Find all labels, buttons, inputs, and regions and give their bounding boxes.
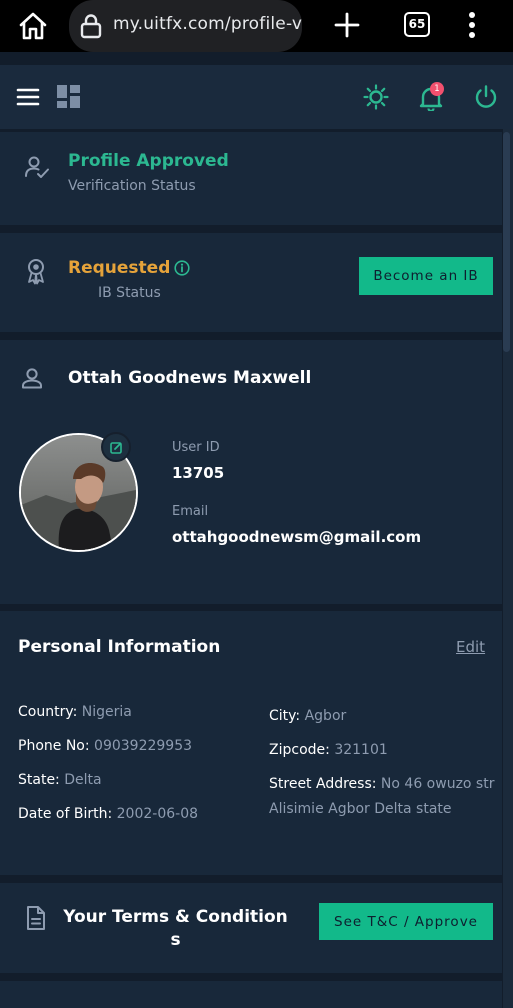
email-label: Email — [172, 504, 209, 519]
country-value: Nigeria — [81, 704, 132, 720]
user-check-icon — [25, 156, 49, 178]
city-row: City: Agbor — [269, 708, 346, 724]
terms-title-line1: Your Terms & Condition — [63, 907, 288, 927]
zipcode-value: 321101 — [334, 742, 388, 758]
dob-value: 2002-06-08 — [116, 806, 199, 822]
city-key: City: — [269, 708, 301, 724]
state-key: State: — [18, 772, 60, 788]
user-id-label: User ID — [172, 440, 220, 455]
document-icon — [27, 906, 45, 930]
phone-row: Phone No: 09039229953 — [18, 738, 192, 754]
user-icon — [22, 368, 42, 389]
more-vert-icon[interactable] — [462, 10, 482, 40]
terms-title: Your Terms & Condition s — [60, 906, 291, 952]
new-tab-icon[interactable] — [332, 10, 362, 40]
verification-card: Profile Approved Verification Status — [0, 132, 502, 225]
zipcode-row: Zipcode: 321101 — [269, 742, 388, 758]
state-row: State: Delta — [18, 772, 102, 788]
street-key: Street Address: — [269, 776, 377, 792]
zipcode-key: Zipcode: — [269, 742, 330, 758]
lock-icon — [80, 14, 102, 39]
ib-status-card: Requested IB Status Become an IB — [0, 233, 502, 332]
edit-avatar-button[interactable] — [101, 432, 131, 462]
address-bar[interactable]: my.uitfx.com/profile-v — [69, 0, 302, 52]
power-icon[interactable] — [473, 84, 499, 110]
dob-row: Date of Birth: 2002-06-08 — [18, 806, 198, 822]
profile-card: Ottah Goodnews Maxwell User ID 13705 Ema… — [0, 340, 502, 604]
theme-icon[interactable] — [363, 84, 389, 110]
state-value: Delta — [64, 772, 102, 788]
country-row: Country: Nigeria — [18, 704, 132, 720]
dob-key: Date of Birth: — [18, 806, 113, 822]
country-key: Country: — [18, 704, 78, 720]
next-card-partial — [0, 981, 502, 1008]
menu-icon[interactable] — [16, 87, 40, 107]
award-icon — [28, 259, 44, 285]
ib-status-label: IB Status — [98, 285, 161, 301]
see-tc-approve-button[interactable]: See T&C / Approve — [319, 903, 493, 940]
tab-switcher-button[interactable]: 65 — [404, 12, 430, 37]
edit-link[interactable]: Edit — [456, 638, 485, 656]
become-ib-button[interactable]: Become an IB — [359, 257, 493, 295]
notification-badge: 1 — [430, 82, 444, 96]
dashboard-icon[interactable] — [57, 85, 80, 108]
scrollbar-thumb[interactable] — [503, 132, 510, 352]
info-icon[interactable] — [174, 260, 190, 276]
profile-name: Ottah Goodnews Maxwell — [68, 368, 312, 388]
browser-toolbar: my.uitfx.com/profile-v 65 — [0, 0, 513, 52]
phone-value: 09039229953 — [94, 738, 193, 754]
personal-info-card: Personal Information Edit Country: Niger… — [0, 611, 502, 875]
url-text: my.uitfx.com/profile-v — [113, 14, 302, 34]
city-value: Agbor — [304, 708, 347, 724]
street-value: No 46 owuzo str — [380, 776, 495, 792]
terms-card: Your Terms & Condition s See T&C / Appro… — [0, 883, 502, 973]
street-row: Street Address: No 46 owuzo str — [269, 776, 494, 792]
phone-key: Phone No: — [18, 738, 90, 754]
app-header: 1 — [0, 65, 513, 129]
verification-status-title: Profile Approved — [68, 151, 229, 171]
home-icon[interactable] — [16, 9, 50, 43]
edit-icon — [110, 442, 122, 454]
street-value-line2: Alisimie Agbor Delta state — [269, 801, 452, 817]
user-id-value: 13705 — [172, 464, 225, 482]
email-value: ottahgoodnewsm@gmail.com — [172, 528, 422, 546]
terms-title-line2: s — [170, 930, 181, 950]
street-row-line2: Alisimie Agbor Delta state — [269, 801, 452, 817]
personal-info-title: Personal Information — [18, 637, 221, 657]
verification-status-label: Verification Status — [68, 178, 196, 194]
ib-status-title: Requested — [68, 258, 171, 278]
